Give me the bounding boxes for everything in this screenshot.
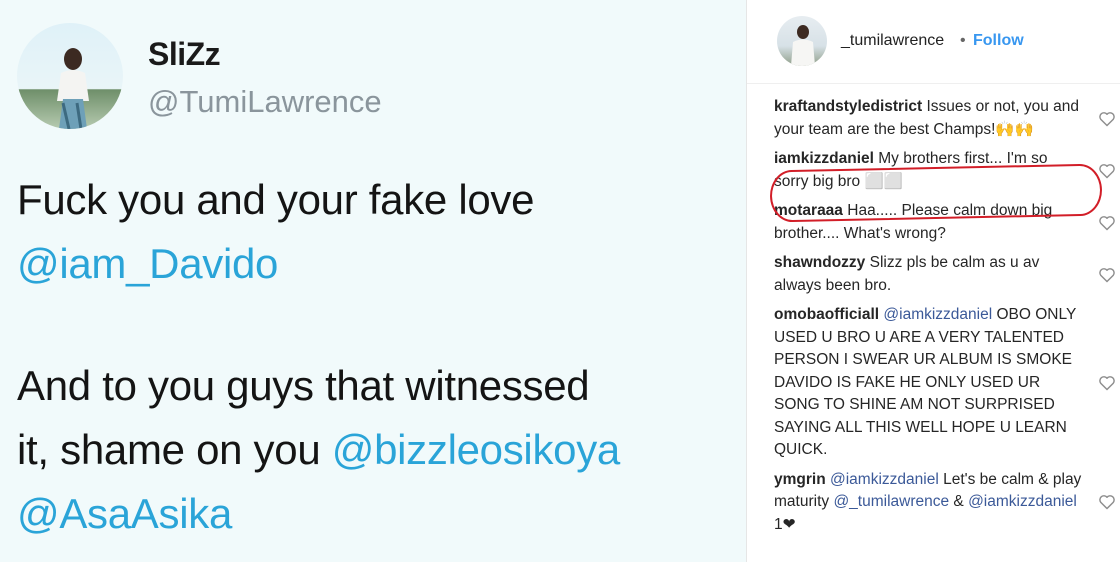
like-heart-icon[interactable] bbox=[1098, 111, 1116, 127]
header-separator: • bbox=[960, 32, 966, 49]
comment-list: kraftandstyledistrict Issues or not, you… bbox=[774, 96, 1116, 543]
comment-item: kraftandstyledistrict Issues or not, you… bbox=[774, 96, 1116, 141]
post-author-avatar[interactable] bbox=[777, 16, 827, 66]
like-heart-icon[interactable] bbox=[1098, 163, 1116, 179]
comment-text: & bbox=[949, 493, 969, 510]
comment-mention[interactable]: @iamkizzdaniel bbox=[883, 306, 992, 323]
comment-username[interactable]: ymgrin bbox=[774, 471, 826, 488]
comment-mention[interactable]: @iamkizzdaniel bbox=[968, 493, 1077, 510]
comment-item: omobaofficiall @iamkizzdaniel OBO ONLY U… bbox=[774, 304, 1116, 462]
comment-username[interactable]: kraftandstyledistrict bbox=[774, 98, 922, 115]
comment-username[interactable]: omobaofficiall bbox=[774, 306, 879, 323]
tweet-line: @AsaAsika bbox=[17, 482, 742, 546]
tweet-handle[interactable]: @TumiLawrence bbox=[148, 84, 382, 120]
comment-mention[interactable]: @_tumilawrence bbox=[833, 493, 949, 510]
tweet-text: it, shame on you bbox=[17, 426, 332, 473]
tweet-avatar[interactable] bbox=[17, 23, 123, 129]
comment-item: shawndozzy Slizz pls be calm as u av alw… bbox=[774, 252, 1116, 297]
comment-text: OBO ONLY USED U BRO U ARE A VERY TALENTE… bbox=[774, 306, 1077, 458]
tweet-line: Fuck you and your fake love bbox=[17, 168, 742, 232]
comment-username[interactable]: shawndozzy bbox=[774, 254, 865, 271]
comment-item: ymgrin @iamkizzdaniel Let's be calm & pl… bbox=[774, 469, 1116, 537]
comment-text: 1❤ bbox=[774, 515, 796, 533]
tweet-mention[interactable]: @iam_Davido bbox=[17, 240, 278, 287]
follow-button[interactable]: Follow bbox=[973, 32, 1024, 50]
tweet-text: And to you guys that witnessed bbox=[17, 362, 590, 409]
tweet-mention[interactable]: @AsaAsika bbox=[17, 490, 232, 537]
post-author-username[interactable]: _tumilawrence bbox=[841, 32, 944, 50]
tweet-body: Fuck you and your fake love @iam_Davido … bbox=[17, 168, 742, 546]
like-heart-icon[interactable] bbox=[1098, 494, 1116, 510]
like-heart-icon[interactable] bbox=[1098, 215, 1116, 231]
tweet-line: @iam_Davido bbox=[17, 232, 742, 296]
like-heart-icon[interactable] bbox=[1098, 267, 1116, 283]
tweet-line: And to you guys that witnessed bbox=[17, 354, 742, 418]
tweet-line: it, shame on you @bizzleosikoya bbox=[17, 418, 742, 482]
comment-username[interactable]: motaraaa bbox=[774, 202, 843, 219]
tweet-text: Fuck you and your fake love bbox=[17, 176, 535, 223]
tweet-mention[interactable]: @bizzleosikoya bbox=[332, 426, 621, 473]
like-heart-icon[interactable] bbox=[1098, 375, 1116, 391]
comment-username[interactable]: iamkizzdaniel bbox=[774, 150, 874, 167]
comment-mention[interactable]: @iamkizzdaniel bbox=[830, 471, 939, 488]
comment-item: motaraaa Haa..... Please calm down big b… bbox=[774, 200, 1116, 245]
tweet-display-name: SliZz bbox=[148, 36, 221, 72]
instagram-comments-panel: _tumilawrence • Follow kraftandstyledist… bbox=[746, 0, 1120, 562]
post-header: _tumilawrence • Follow bbox=[747, 0, 1120, 84]
comment-item: iamkizzdaniel My brothers first... I'm s… bbox=[774, 148, 1116, 193]
tweet-card: SliZz @TumiLawrence Fuck you and your fa… bbox=[0, 0, 746, 562]
